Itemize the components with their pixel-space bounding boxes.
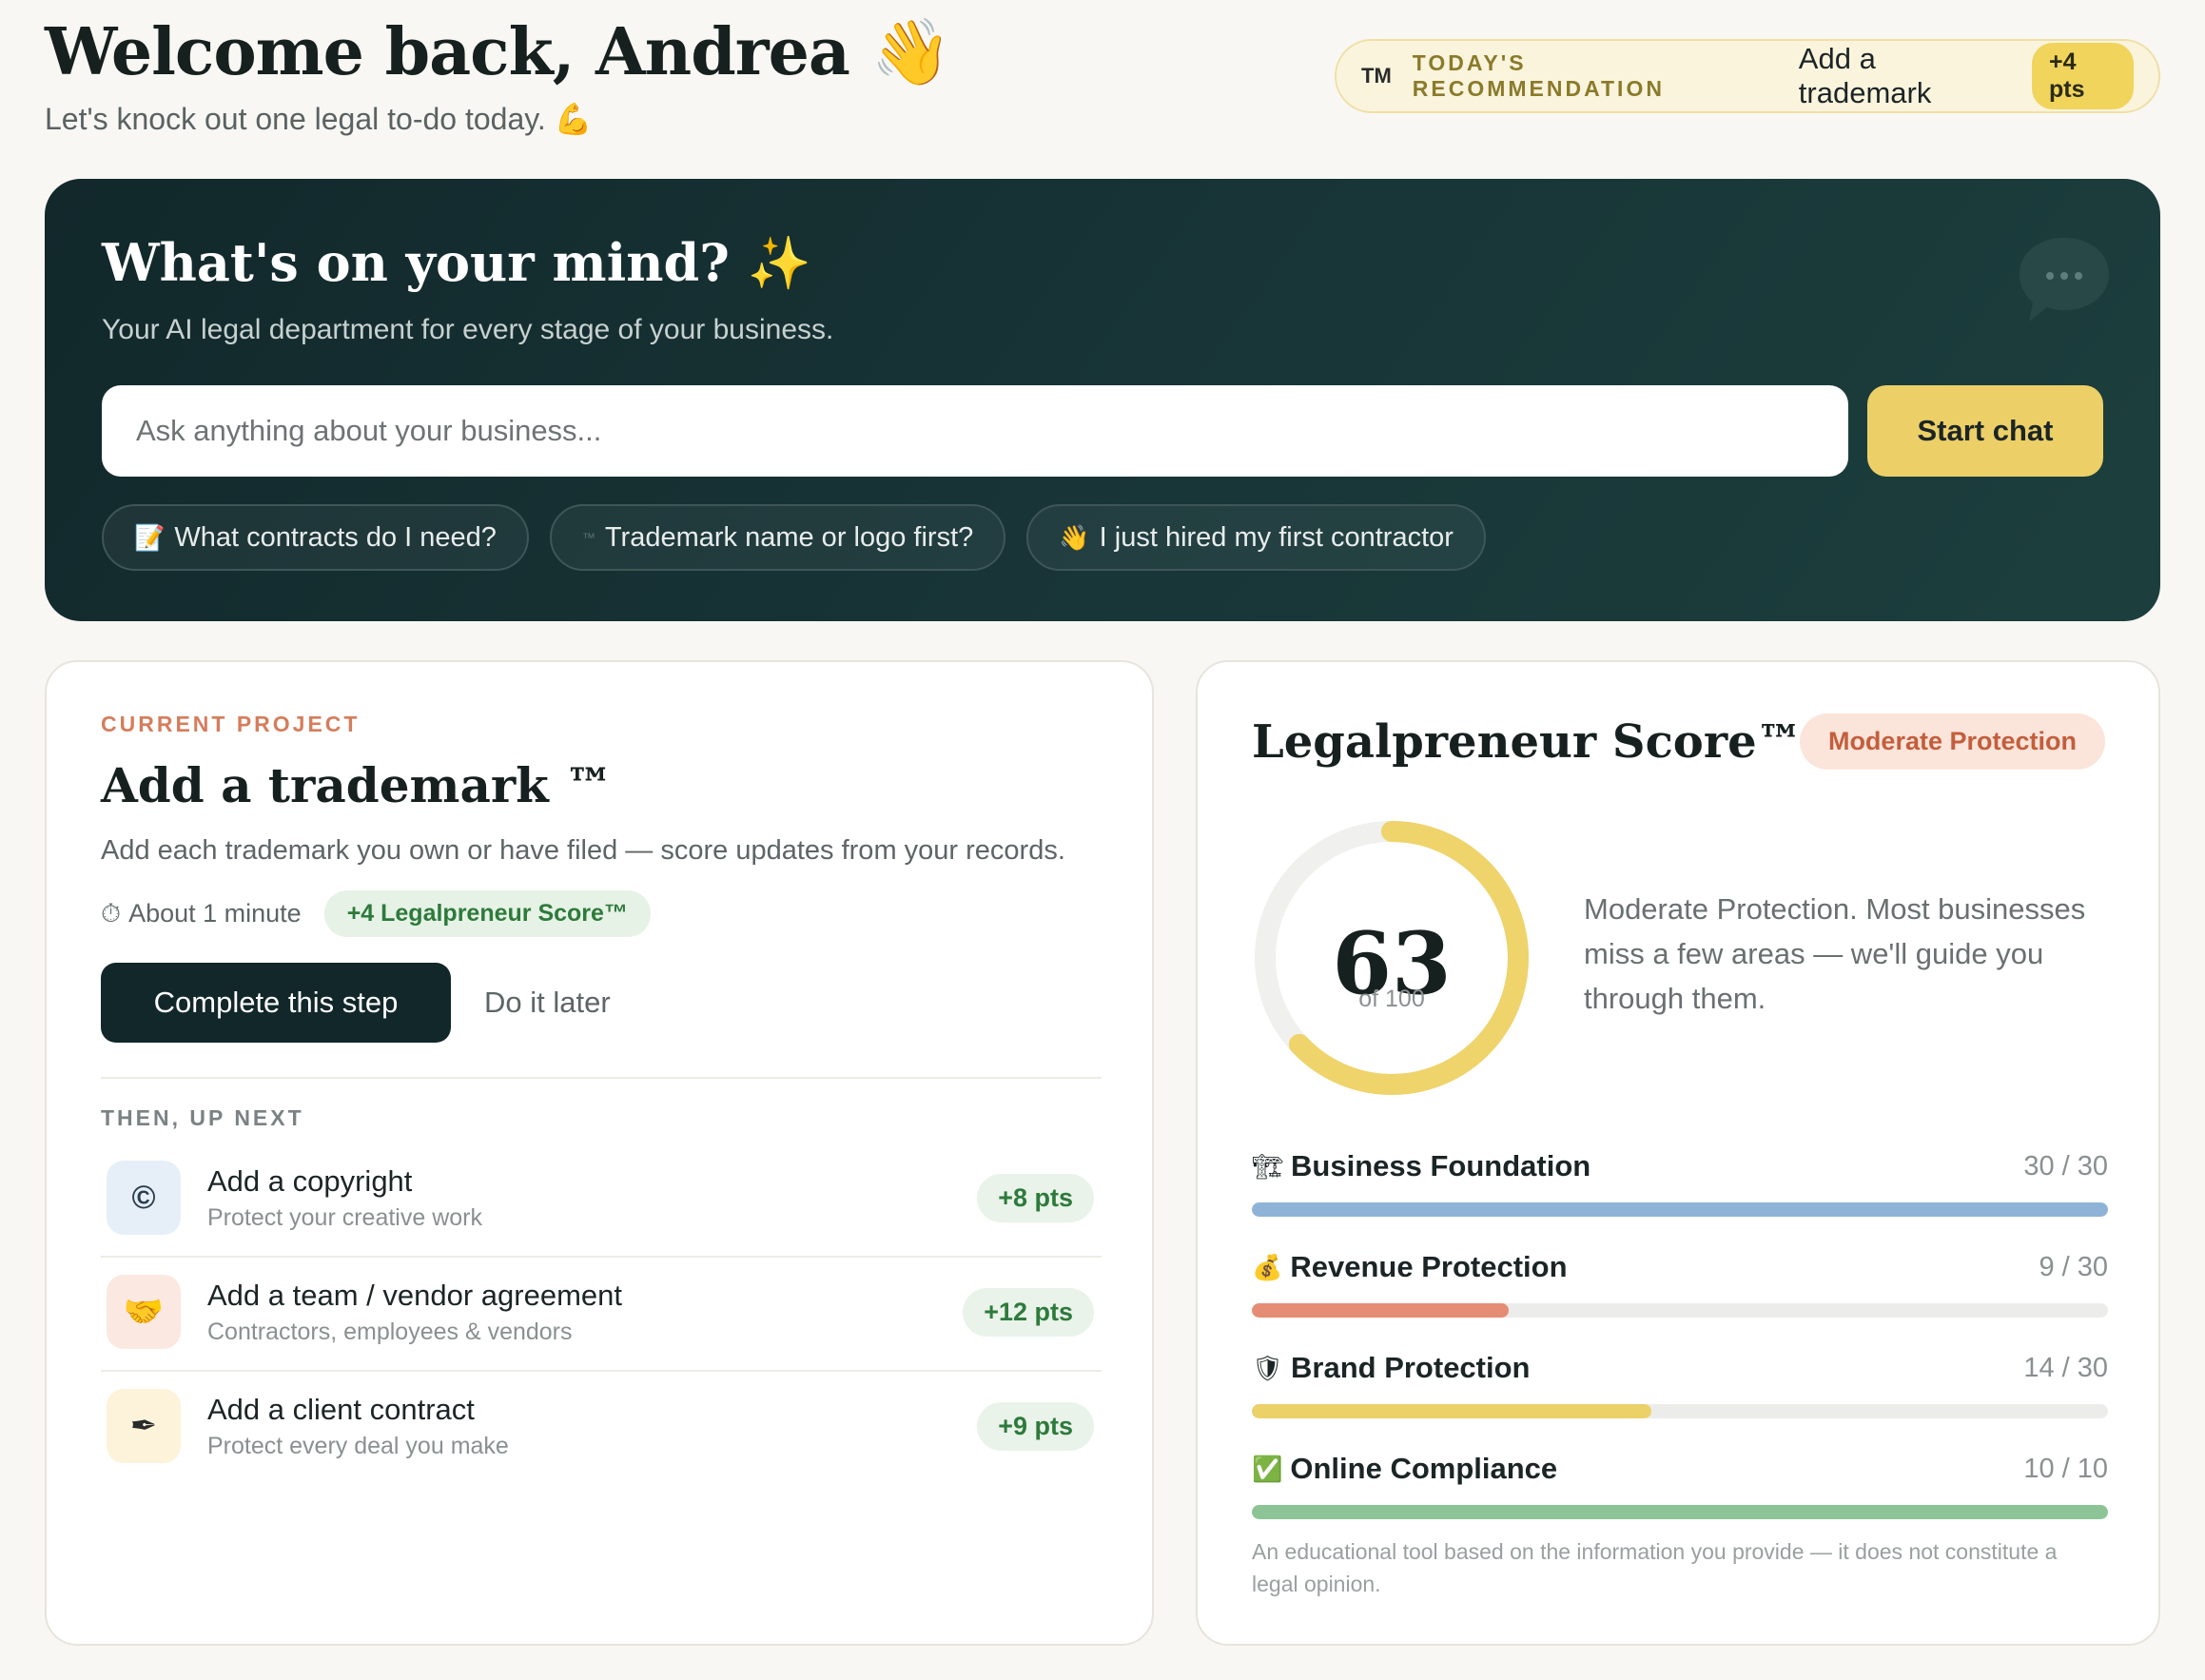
recommendation-label: TODAY'S RECOMMENDATION bbox=[1412, 50, 1665, 101]
progress-fill bbox=[1252, 1303, 1509, 1318]
todays-recommendation[interactable]: TM TODAY'S RECOMMENDATION Add a trademar… bbox=[1335, 39, 2160, 113]
score-max-label: of 100 bbox=[1358, 986, 1425, 1012]
task-row-client-contract[interactable]: ✒ Add a client contract Protect every de… bbox=[101, 1370, 1102, 1482]
task-subtitle: Protect every deal you make bbox=[207, 1432, 509, 1459]
current-project-card: CURRENT PROJECT Add a trademark ™ Add ea… bbox=[45, 660, 1154, 1646]
category-progress-bar bbox=[1252, 1404, 2108, 1418]
task-subtitle: Contractors, employees & vendors bbox=[207, 1318, 573, 1345]
check-mark-icon: ✅ bbox=[1252, 1454, 1283, 1483]
welcome-header: Welcome back, Andrea 👋 Let's knock out o… bbox=[45, 10, 951, 137]
up-next-label: THEN, UP NEXT bbox=[101, 1105, 304, 1130]
trademark-icon: TM bbox=[1361, 64, 1392, 88]
chip-label: I just hired my first contractor bbox=[1099, 521, 1454, 553]
start-chat-button[interactable]: Start chat bbox=[1867, 385, 2103, 477]
chat-bubble-icon bbox=[2020, 238, 2109, 322]
hero-title: What's on your mind? ✨ bbox=[102, 232, 811, 293]
category-name: Brand Protection bbox=[1291, 1351, 1531, 1384]
trademark-icon: ™ bbox=[581, 530, 595, 545]
category-revenue-protection: 💰 Revenue Protection 9 / 30 bbox=[1252, 1250, 2108, 1318]
task-points-badge: +8 pts bbox=[977, 1173, 1094, 1222]
project-title: Add a trademark ™ bbox=[101, 757, 614, 813]
memo-icon: 📝 bbox=[134, 522, 166, 552]
copyright-icon: © bbox=[107, 1161, 181, 1235]
category-progress-bar bbox=[1252, 1303, 2108, 1318]
construction-icon: 🏗 bbox=[1252, 1151, 1284, 1181]
pen-icon: ✒ bbox=[107, 1389, 181, 1463]
progress-fill bbox=[1252, 1505, 2108, 1519]
ask-input[interactable] bbox=[102, 385, 1848, 477]
category-name: Business Foundation bbox=[1291, 1149, 1591, 1182]
time-estimate-label: About 1 minute bbox=[128, 899, 302, 928]
progress-fill bbox=[1252, 1404, 1651, 1418]
divider bbox=[101, 1077, 1102, 1079]
category-value: 10 / 10 bbox=[2023, 1453, 2108, 1484]
do-it-later-button[interactable]: Do it later bbox=[484, 963, 611, 1043]
suggestion-chips: 📝 What contracts do I need? ™ Trademark … bbox=[102, 504, 1486, 571]
category-name: Revenue Protection bbox=[1290, 1250, 1568, 1283]
score-disclaimer: An educational tool based on the informa… bbox=[1252, 1539, 2058, 1596]
waving-hand-icon: 👋 bbox=[1059, 522, 1090, 552]
task-points-badge: +12 pts bbox=[963, 1287, 1094, 1337]
category-brand-protection: 🛡 Brand Protection 14 / 30 bbox=[1252, 1351, 2108, 1418]
task-row-copyright[interactable]: © Add a copyright Protect your creative … bbox=[101, 1142, 1102, 1254]
welcome-subtitle: Let's knock out one legal to-do today. 💪 bbox=[45, 102, 593, 136]
category-value: 14 / 30 bbox=[2023, 1352, 2108, 1383]
task-title: Add a team / vendor agreement bbox=[207, 1278, 622, 1312]
legalpreneur-score-card: Legalpreneur Score™ Moderate Protection … bbox=[1196, 660, 2160, 1646]
welcome-title: Welcome back, Andrea 👋 bbox=[45, 14, 951, 90]
score-title: Legalpreneur Score™ bbox=[1252, 715, 1803, 769]
chip-label: What contracts do I need? bbox=[174, 521, 497, 553]
category-progress-bar bbox=[1252, 1505, 2108, 1519]
category-value: 30 / 30 bbox=[2023, 1150, 2108, 1182]
time-estimate: ⏱ About 1 minute bbox=[101, 899, 302, 929]
suggestion-chip-contracts[interactable]: 📝 What contracts do I need? bbox=[102, 504, 529, 571]
money-bag-icon: 💰 bbox=[1252, 1252, 1283, 1281]
score-gain-pill: +4 Legalpreneur Score™ bbox=[323, 890, 651, 937]
task-title: Add a copyright bbox=[207, 1163, 413, 1198]
complete-step-button[interactable]: Complete this step bbox=[101, 963, 451, 1043]
ask-ai-hero: What's on your mind? ✨ Your AI legal dep… bbox=[45, 179, 2160, 621]
task-points-badge: +9 pts bbox=[977, 1401, 1094, 1451]
category-name: Online Compliance bbox=[1290, 1452, 1558, 1485]
suggestion-chip-contractor[interactable]: 👋 I just hired my first contractor bbox=[1026, 504, 1486, 571]
shield-icon: 🛡 bbox=[1252, 1353, 1284, 1382]
project-meta: ⏱ About 1 minute +4 Legalpreneur Score™ bbox=[101, 890, 651, 937]
project-eyebrow: CURRENT PROJECT bbox=[101, 712, 361, 736]
task-subtitle: Protect your creative work bbox=[207, 1203, 482, 1231]
recommendation-points-badge: +4 pts bbox=[2031, 43, 2135, 109]
stopwatch-icon: ⏱ bbox=[101, 898, 122, 928]
task-title: Add a client contract bbox=[207, 1392, 475, 1426]
chip-label: Trademark name or logo first? bbox=[604, 521, 974, 553]
recommendation-title: Add a trademark bbox=[1798, 42, 1932, 109]
suggestion-chip-trademark[interactable]: ™ Trademark name or logo first? bbox=[549, 504, 1006, 571]
score-description: Moderate Protection. Most businesses mis… bbox=[1584, 892, 2086, 1015]
protection-level-badge: Moderate Protection bbox=[1799, 713, 2105, 770]
category-value: 9 / 30 bbox=[2039, 1251, 2108, 1282]
handshake-icon: 🤝 bbox=[107, 1275, 181, 1349]
progress-fill bbox=[1252, 1202, 2108, 1217]
category-online-compliance: ✅ Online Compliance 10 / 10 bbox=[1252, 1452, 2108, 1519]
hero-subtitle: Your AI legal department for every stage… bbox=[102, 314, 834, 345]
category-progress-bar bbox=[1252, 1202, 2108, 1217]
project-description: Add each trademark you own or have filed… bbox=[101, 835, 1065, 866]
category-business-foundation: 🏗 Business Foundation 30 / 30 bbox=[1252, 1149, 2108, 1217]
task-row-team-vendor-agreement[interactable]: 🤝 Add a team / vendor agreement Contract… bbox=[101, 1256, 1102, 1368]
